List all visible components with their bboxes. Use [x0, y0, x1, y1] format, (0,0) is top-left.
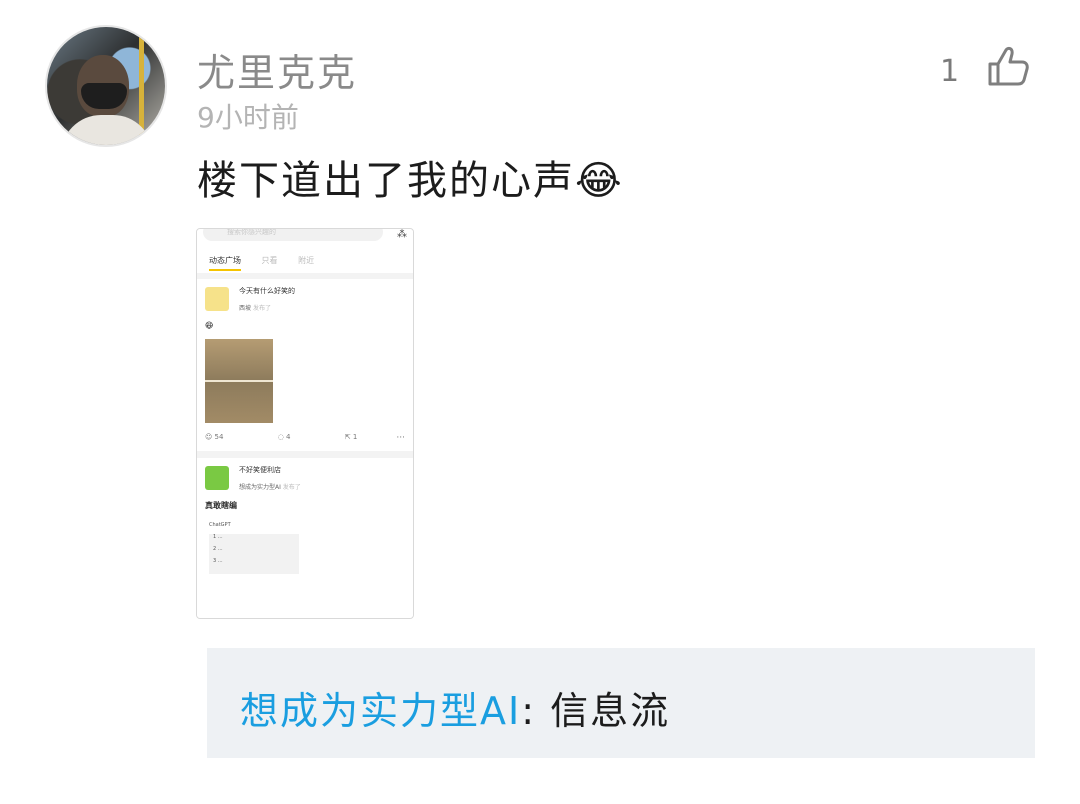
thumb-chat-line: 3 ...: [213, 558, 223, 564]
thumb-chat-title: ChatGPT: [209, 522, 231, 528]
thumb-chat-screenshot: ChatGPT 1 ... 2 ... 3 ...: [205, 516, 305, 600]
thumb-chat-line: 2 ...: [213, 546, 223, 552]
reply-content: 信息流: [550, 689, 671, 733]
thumb-shares-count: 1: [352, 433, 358, 441]
comment-item: 尤里克克 9小时前 1 楼下道出了我的心声😂 搜索你感兴趣的 ⁂ 动态广场 只看…: [0, 0, 1080, 804]
thumb-post-meta: 西坡 发布了: [239, 303, 271, 312]
thumb-post-2: 不好笑便利店 想成为实力型AI 发布了 真敢瞎编 ChatGPT 1 ... 2…: [197, 458, 413, 618]
thumb-post-title: 今天有什么好笑的: [239, 287, 295, 295]
thumb-post-author: 想成为实力型AI: [239, 484, 281, 491]
more-dots-icon: ···: [396, 433, 405, 443]
thumb-post-actions: ☺ 54 ◌ 4 ⇱ 1: [205, 433, 409, 441]
user-avatar[interactable]: [47, 27, 165, 145]
thumb-chat-line: 1 ...: [213, 534, 223, 540]
comment-text: 楼下道出了我的心声😂: [197, 148, 624, 206]
thumb-post-heading: 真敢瞎编: [205, 501, 237, 510]
comment-text-body: 楼下道出了我的心声: [197, 158, 575, 204]
grid-icon: ⁂: [397, 229, 407, 240]
thumbs-up-icon[interactable]: [984, 42, 1032, 90]
thumb-post-emoji: 😆: [205, 321, 214, 330]
thumb-tabs: 动态广场 只看 附近: [209, 255, 332, 271]
thumb-shares: ⇱ 1: [344, 433, 358, 441]
thumb-likes: ☺ 54: [205, 433, 224, 441]
thumb-comments: ◌ 4: [277, 433, 291, 441]
reply-box[interactable]: 想成为实力型AI: 信息流: [207, 648, 1035, 758]
thumb-topbar: 搜索你感兴趣的 ⁂ 动态广场 只看 附近: [197, 229, 413, 273]
like-count: 1: [940, 54, 960, 89]
comment-time: 9小时前: [197, 101, 299, 134]
comment-username[interactable]: 尤里克克: [197, 42, 357, 97]
thumb-post-author: 西坡: [239, 305, 252, 312]
laughing-emoji-icon: 😂: [575, 158, 624, 204]
thumb-chat-box: 1 ... 2 ... 3 ...: [209, 534, 299, 574]
thumb-tab-plaza: 动态广场: [209, 256, 241, 271]
reply-separator: :: [521, 689, 551, 733]
thumb-tab-only: 只看: [261, 256, 278, 265]
thumb-post-title: 不好笑便利店: [239, 466, 281, 474]
avatar-mask: [81, 83, 127, 109]
thumb-post-avatar: [205, 287, 229, 311]
thumb-meme-image: [205, 339, 273, 423]
thumb-post-action: 发布了: [252, 305, 271, 312]
reply-text: 想成为实力型AI: 信息流: [240, 680, 670, 735]
thumb-post-avatar: [205, 466, 229, 490]
attached-screenshot[interactable]: 搜索你感兴趣的 ⁂ 动态广场 只看 附近 今天有什么好笑的 西坡 发布了 😆 ☺…: [196, 228, 414, 619]
thumb-search-box: 搜索你感兴趣的: [203, 229, 383, 241]
thumb-post-action: 发布了: [282, 484, 301, 491]
thumb-likes-count: 54: [214, 433, 224, 441]
thumb-comments-count: 4: [286, 433, 291, 441]
reply-username[interactable]: 想成为实力型AI: [240, 689, 521, 733]
thumb-tab-nearby: 附近: [298, 256, 315, 265]
thumb-post-meta: 想成为实力型AI 发布了: [239, 482, 301, 491]
thumb-post-1: 今天有什么好笑的 西坡 发布了 😆 ☺ 54 ◌ 4 ⇱ 1 ···: [197, 279, 413, 451]
